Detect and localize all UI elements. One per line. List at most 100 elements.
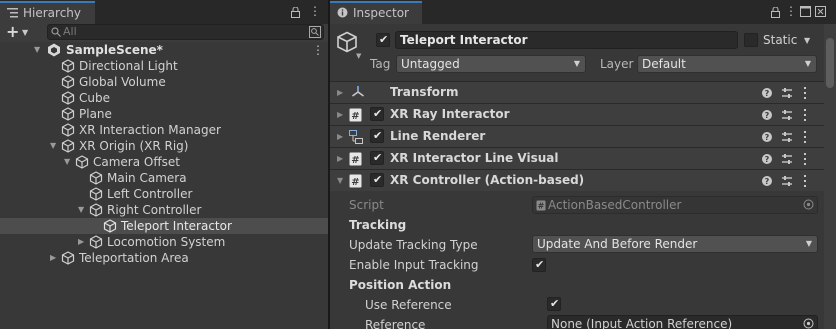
hierarchy-search-input[interactable]: All — [47, 24, 324, 40]
checkmark-icon: ✔ — [373, 173, 383, 186]
tag-dropdown[interactable]: Untagged ▼ — [396, 55, 586, 73]
tab-inspector[interactable]: Inspector — [330, 1, 422, 24]
component-header-transform[interactable]: ▶ Transform ? — [330, 81, 826, 103]
component-enabled-checkbox[interactable]: ✔ — [370, 151, 384, 165]
lock-icon[interactable] — [291, 7, 300, 18]
hierarchy-item-scene[interactable]: ▼ SampleScene* ⋮ — [0, 42, 328, 58]
script-icon: # — [349, 174, 362, 188]
use-reference-checkbox[interactable]: ✔ — [547, 297, 561, 311]
script-icon: # — [349, 152, 362, 166]
svg-text:#: # — [351, 177, 359, 188]
expand-arrow-right-icon[interactable]: ▶ — [78, 234, 84, 250]
expand-arrow-down-icon[interactable]: ▼ — [50, 138, 56, 154]
hierarchy-item[interactable]: Global Volume — [0, 74, 328, 90]
chevron-down-icon: ▼ — [805, 239, 812, 248]
component-header-xr-interactor-line-visual[interactable]: ▶ # ✔ XR Interactor Line Visual ? — [330, 147, 826, 169]
component-enabled-checkbox[interactable]: ✔ — [370, 129, 384, 143]
hierarchy-item[interactable]: ▼ XR Origin (XR Rig) — [0, 138, 328, 154]
svg-text:#: # — [538, 202, 545, 211]
hierarchy-item-selected[interactable]: Teleport Interactor — [0, 218, 328, 234]
inspector-tab-label: Inspector — [353, 6, 409, 20]
component-header-line-renderer[interactable]: ▶ ✔ Line Renderer ? — [330, 125, 826, 147]
transform-icon — [351, 85, 365, 99]
hierarchy-item-label: Plane — [79, 107, 112, 121]
expand-arrow-right-icon[interactable]: ▶ — [337, 148, 343, 169]
maximize-icon[interactable] — [800, 6, 811, 17]
expand-arrow-down-icon[interactable]: ▼ — [34, 42, 40, 58]
script-icon: # — [536, 200, 546, 211]
object-picker-icon — [803, 199, 814, 210]
layer-dropdown[interactable]: Default ▼ — [637, 55, 817, 73]
gameobject-icon — [61, 91, 75, 105]
tab-hierarchy[interactable]: Hierarchy — [0, 1, 95, 24]
component-header-icons: ? — [762, 152, 822, 166]
hierarchy-item[interactable]: ▼ Right Controller — [0, 202, 328, 218]
gameobject-icon — [103, 219, 117, 233]
expand-arrow-down-icon[interactable]: ▼ — [337, 170, 343, 191]
expand-arrow-right-icon[interactable]: ▶ — [337, 82, 343, 103]
gameobject-icon — [75, 155, 89, 169]
checkmark-icon: ✔ — [535, 258, 545, 271]
component-enabled-checkbox[interactable]: ✔ — [370, 107, 384, 121]
search-icon — [51, 27, 61, 37]
lock-icon[interactable] — [771, 7, 780, 18]
active-checkbox[interactable]: ✔ — [376, 33, 390, 47]
hierarchy-tab-label: Hierarchy — [23, 6, 82, 20]
hierarchy-item[interactable]: Cube — [0, 90, 328, 106]
checkmark-icon: ✔ — [550, 297, 560, 310]
expand-arrow-right-icon[interactable]: ▶ — [337, 126, 343, 147]
expand-arrow-down-icon[interactable]: ▼ — [64, 154, 70, 170]
close-icon[interactable] — [815, 6, 826, 17]
chevron-down-icon: ▼ — [804, 59, 811, 68]
gameobject-icon — [61, 75, 75, 89]
hierarchy-item-label: XR Interaction Manager — [79, 123, 221, 137]
component-enabled-checkbox[interactable]: ✔ — [370, 173, 384, 187]
update-tracking-type-dropdown[interactable]: Update And Before Render ▼ — [532, 235, 818, 253]
object-name-field[interactable]: Teleport Interactor — [395, 31, 738, 49]
gameobject-icon — [89, 187, 103, 201]
inspector-scrollbar[interactable] — [824, 24, 836, 329]
scrollbar-thumb[interactable] — [826, 38, 834, 88]
update-tracking-type-label: Update Tracking Type — [349, 238, 478, 252]
hierarchy-item-label: Teleport Interactor — [121, 219, 232, 233]
expand-arrow-right-icon[interactable]: ▶ — [50, 250, 56, 266]
hierarchy-item[interactable]: Plane — [0, 106, 328, 122]
hierarchy-item-label: XR Origin (XR Rig) — [79, 139, 189, 153]
svg-text:?: ? — [765, 111, 770, 120]
checkmark-icon: ✔ — [373, 129, 383, 142]
hierarchy-item[interactable]: XR Interaction Manager — [0, 122, 328, 138]
hierarchy-item[interactable]: Left Controller — [0, 186, 328, 202]
info-icon — [337, 7, 348, 18]
expand-arrow-down-icon[interactable]: ▼ — [78, 202, 84, 218]
hierarchy-item[interactable]: ▶ Teleportation Area — [0, 250, 328, 266]
component-header-xr-ray-interactor[interactable]: ▶ # ✔ XR Ray Interactor ? — [330, 103, 826, 125]
icon-dropdown-chevron-icon[interactable]: ▼ — [356, 52, 361, 60]
hierarchy-item-label: Directional Light — [79, 59, 178, 73]
reference-field[interactable]: None (Input Action Reference) — [547, 315, 818, 329]
gameobject-icon — [61, 139, 75, 153]
search-filter-icon[interactable] — [309, 26, 321, 38]
component-name: Transform — [390, 85, 459, 99]
hierarchy-item-label: Cube — [79, 91, 110, 105]
hierarchy-item[interactable]: Directional Light — [0, 58, 328, 74]
line-renderer-icon — [349, 130, 363, 144]
hierarchy-item-label: Global Volume — [79, 75, 166, 89]
component-header-xr-controller[interactable]: ▼ # ✔ XR Controller (Action-based) ? — [330, 169, 826, 191]
component-header-icons: ? — [762, 130, 822, 144]
expand-arrow-right-icon[interactable]: ▶ — [337, 104, 343, 125]
hierarchy-item[interactable]: ▶ Locomotion System — [0, 234, 328, 250]
object-picker-icon[interactable] — [803, 318, 814, 329]
add-dropdown-chevron-icon[interactable]: ▼ — [22, 28, 28, 38]
enable-input-tracking-checkbox[interactable]: ✔ — [532, 258, 546, 272]
hierarchy-item[interactable]: Main Camera — [0, 170, 328, 186]
add-button[interactable]: + — [6, 24, 19, 40]
use-reference-label: Use Reference — [365, 298, 452, 312]
hierarchy-item[interactable]: ▼ Camera Offset — [0, 154, 328, 170]
static-dropdown-chevron-icon[interactable]: ▼ — [804, 36, 810, 45]
scene-menu-icon[interactable]: ⋮ — [312, 42, 324, 58]
static-label: Static — [763, 33, 798, 47]
static-checkbox[interactable] — [744, 33, 758, 47]
more-options-icon[interactable]: ⋮ — [309, 4, 321, 18]
component-header-icons: ? — [762, 108, 822, 122]
more-options-icon[interactable]: ⋮ — [785, 4, 797, 18]
